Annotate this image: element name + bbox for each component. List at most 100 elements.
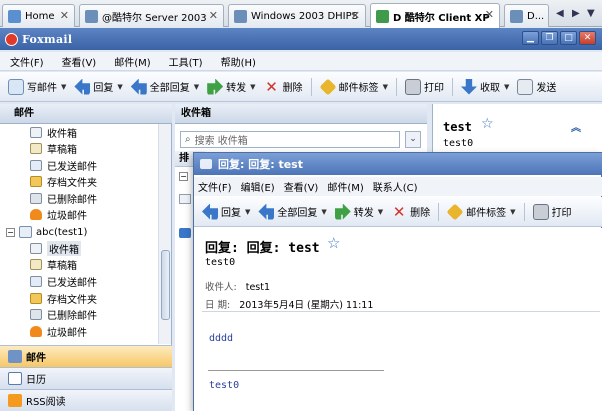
mail-sender[interactable]: test0 [205, 257, 235, 268]
tab-scroll-left-icon[interactable]: ◀ [556, 8, 564, 19]
folder-archive[interactable]: 存档文件夹 [30, 173, 97, 189]
folder-drafts-account[interactable]: 草稿箱 [30, 256, 77, 272]
folder-drafts[interactable]: 草稿箱 [30, 140, 77, 156]
menu-view[interactable]: 查看(V) [284, 179, 319, 194]
collapse-toggle-icon[interactable]: − [6, 227, 15, 237]
print-button[interactable]: 打印 [532, 203, 572, 220]
close-icon[interactable]: ✕ [209, 9, 218, 22]
host-tab-client-xp[interactable]: D 酷特尔 Client XP ✕ [370, 3, 500, 28]
delete-button[interactable]: ✕ 删除 [391, 204, 430, 220]
reply-window-menu: 文件(F) 编辑(E) 查看(V) 邮件(M) 联系人(C) [194, 177, 602, 196]
preview-title: test [443, 120, 472, 134]
folder-label: 草稿箱 [47, 260, 77, 272]
folder-label: 收件箱 [47, 240, 81, 256]
tag-button[interactable]: 邮件标签 ▼ [319, 78, 388, 95]
recipient-value[interactable]: test1 [246, 282, 270, 293]
mail-item-icon [179, 194, 191, 204]
menu-bar: 文件(F) 查看(V) 邮件(M) 工具(T) 帮助(H) [0, 52, 602, 71]
delete-label: 删除 [282, 83, 303, 94]
folder-label: 草稿箱 [47, 144, 77, 156]
folder-inbox-account[interactable]: 收件箱 [30, 240, 81, 256]
search-input[interactable]: ⌕ 搜索 收件箱 [180, 131, 400, 148]
menu-file[interactable]: 文件(F) [198, 179, 232, 194]
nav-tab-calendar[interactable]: 日历 [0, 367, 172, 389]
nav-tab-mail[interactable]: 邮件 [0, 345, 172, 367]
envelope-icon [200, 159, 212, 169]
menu-help[interactable]: 帮助(H) [221, 54, 256, 69]
dropdown-arrow-icon[interactable]: ▼ [321, 208, 326, 216]
close-button[interactable]: ✕ [579, 31, 596, 45]
date-label: 日 期: [205, 300, 231, 311]
collapse-up-icon[interactable]: ︽ [571, 119, 581, 134]
folder-junk[interactable]: 垃圾邮件 [30, 206, 87, 222]
dropdown-arrow-icon[interactable]: ▼ [245, 208, 250, 216]
folder-inbox[interactable]: 收件箱 [30, 124, 77, 140]
maximize-button[interactable]: □ [560, 31, 577, 45]
minimize-button[interactable]: ▁ [522, 31, 539, 45]
print-button[interactable]: 打印 [404, 78, 444, 95]
account-node[interactable]: − abc(test1) [6, 224, 87, 240]
group-toggle-icon[interactable]: − [179, 172, 188, 181]
dropdown-arrow-icon[interactable]: ▼ [61, 83, 66, 91]
dropdown-arrow-icon[interactable]: ▼ [117, 83, 122, 91]
reply-all-label: 全部回复 [149, 83, 190, 94]
close-icon[interactable]: ✕ [60, 9, 69, 22]
folder-sent-account[interactable]: 已发送邮件 [30, 273, 97, 289]
dropdown-arrow-icon[interactable]: ▼ [194, 83, 199, 91]
folder-pane-header: 邮件 [0, 104, 172, 124]
restore-button[interactable]: ❐ [541, 31, 558, 45]
host-tab-windows-2003[interactable]: Windows 2003 DHIPS ✕ [228, 4, 366, 27]
send-button[interactable]: 发送 [517, 78, 556, 95]
menu-file[interactable]: 文件(F) [10, 54, 44, 69]
reply-all-button[interactable]: 全部回复 ▼ [130, 78, 199, 95]
delete-button[interactable]: ✕ 删除 [264, 79, 303, 95]
folder-junk-account[interactable]: 垃圾邮件 [30, 323, 87, 339]
folder-icon [30, 292, 42, 304]
menu-mail[interactable]: 邮件(M) [114, 54, 150, 69]
dropdown-arrow-icon[interactable]: ▼ [378, 208, 383, 216]
forward-button[interactable]: 转发 ▼ [207, 78, 256, 95]
delete-icon: ✕ [392, 202, 406, 221]
menu-tools[interactable]: 工具(T) [169, 54, 203, 69]
folder-deleted-account[interactable]: 已删除邮件 [30, 306, 97, 322]
star-icon[interactable]: ☆ [327, 234, 340, 252]
folder-scrollbar[interactable] [158, 124, 171, 344]
dropdown-arrow-icon[interactable]: ▼ [504, 83, 509, 91]
tab-scroll-right-icon[interactable]: ▶ [572, 8, 580, 19]
folder-sent[interactable]: 已发送邮件 [30, 157, 97, 173]
dropdown-arrow-icon[interactable]: ▼ [510, 208, 515, 216]
reply-button[interactable]: 回复 ▼ [74, 78, 123, 95]
inbox-icon [30, 126, 42, 138]
folder-label: 垃圾邮件 [47, 210, 87, 222]
forward-button[interactable]: 转发 ▼ [334, 203, 383, 220]
menu-view[interactable]: 查看(V) [62, 54, 97, 69]
nav-tab-rss[interactable]: RSS阅读 [0, 389, 172, 411]
compose-button[interactable]: 写邮件 ▼ [8, 78, 66, 95]
scrollbar-thumb[interactable] [161, 250, 170, 320]
folder-deleted[interactable]: 已删除邮件 [30, 190, 97, 206]
menu-edit[interactable]: 编辑(E) [241, 179, 275, 194]
close-icon[interactable]: ✕ [351, 9, 360, 22]
reply-all-button[interactable]: 全部回复 ▼ [258, 203, 327, 220]
tab-list-icon[interactable]: ▼ [587, 8, 595, 19]
toolbar-separator [438, 202, 440, 221]
reply-button[interactable]: 回复 ▼ [202, 203, 250, 220]
nav-tab-label: 日历 [26, 375, 46, 386]
forward-icon [207, 78, 224, 95]
search-options-button[interactable]: ⌄ [405, 131, 421, 148]
forward-label: 转发 [226, 83, 247, 94]
nav-tab-label: 邮件 [26, 353, 46, 364]
tag-button[interactable]: 邮件标签 ▼ [446, 203, 516, 220]
menu-mail[interactable]: 邮件(M) [327, 179, 363, 194]
host-tab-server-2003[interactable]: @酷特尔 Server 2003 ✕ [79, 4, 224, 27]
host-tab-more[interactable]: D... [504, 4, 549, 27]
reply-window-toolbar: 回复 ▼ 全部回复 ▼ 转发 ▼ ✕ 删除 邮件标签 ▼ 打印 [194, 197, 602, 227]
menu-contacts[interactable]: 联系人(C) [373, 179, 418, 194]
receive-button[interactable]: 收取 ▼ [460, 78, 509, 95]
close-icon[interactable]: ✕ [485, 8, 494, 21]
host-tab-home[interactable]: Home ✕ [2, 4, 75, 27]
star-icon[interactable]: ☆ [481, 116, 494, 132]
folder-archive-account[interactable]: 存档文件夹 [30, 290, 97, 306]
dropdown-arrow-icon[interactable]: ▼ [383, 83, 388, 91]
dropdown-arrow-icon[interactable]: ▼ [250, 83, 255, 91]
